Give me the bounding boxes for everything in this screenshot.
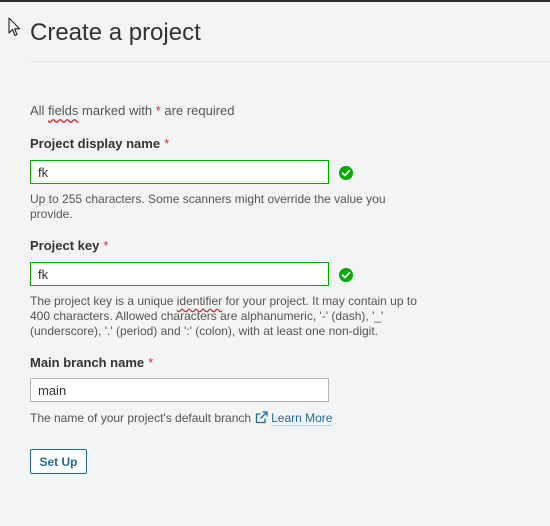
required-note-fields-word: fields: [48, 103, 79, 118]
project-key-label: Project key *: [30, 238, 108, 253]
check-circle-icon: [339, 268, 353, 282]
mouse-pointer-icon: [8, 17, 21, 37]
display-name-label-text: Project display name: [30, 136, 161, 151]
main-branch-help: The name of your project's default branc…: [30, 411, 430, 426]
display-name-required-asterisk: *: [164, 136, 170, 151]
header-divider: [30, 61, 550, 62]
project-key-required-asterisk: *: [103, 238, 109, 253]
main-branch-help-text: The name of your project's default branc…: [30, 411, 252, 425]
display-name-label: Project display name *: [30, 136, 169, 151]
main-branch-required-asterisk: *: [148, 355, 154, 370]
display-name-input[interactable]: [30, 160, 329, 184]
project-key-help-identifier: identifier: [176, 294, 223, 308]
display-name-help: Up to 255 characters. Some scanners migh…: [30, 192, 386, 221]
required-fields-note: All fields marked with * are required: [30, 103, 235, 118]
check-circle-icon: [339, 166, 353, 180]
project-key-label-text: Project key: [30, 238, 100, 253]
set-up-button[interactable]: Set Up: [30, 449, 87, 474]
external-link-icon: [255, 411, 268, 424]
window-top-border: [0, 0, 550, 2]
main-branch-input[interactable]: [30, 378, 329, 402]
main-branch-label: Main branch name *: [30, 355, 153, 370]
main-branch-label-text: Main branch name: [30, 355, 145, 370]
page-title: Create a project: [30, 19, 201, 46]
project-key-help-prefix: The project key is a unique: [30, 294, 177, 308]
required-note-middle: marked with: [78, 103, 156, 118]
required-note-prefix: All: [30, 103, 49, 118]
project-key-help: The project key is a unique identifier f…: [30, 294, 425, 339]
project-key-input[interactable]: [30, 262, 329, 286]
learn-more-link[interactable]: Learn More: [271, 411, 333, 426]
required-note-suffix: are required: [160, 103, 235, 118]
